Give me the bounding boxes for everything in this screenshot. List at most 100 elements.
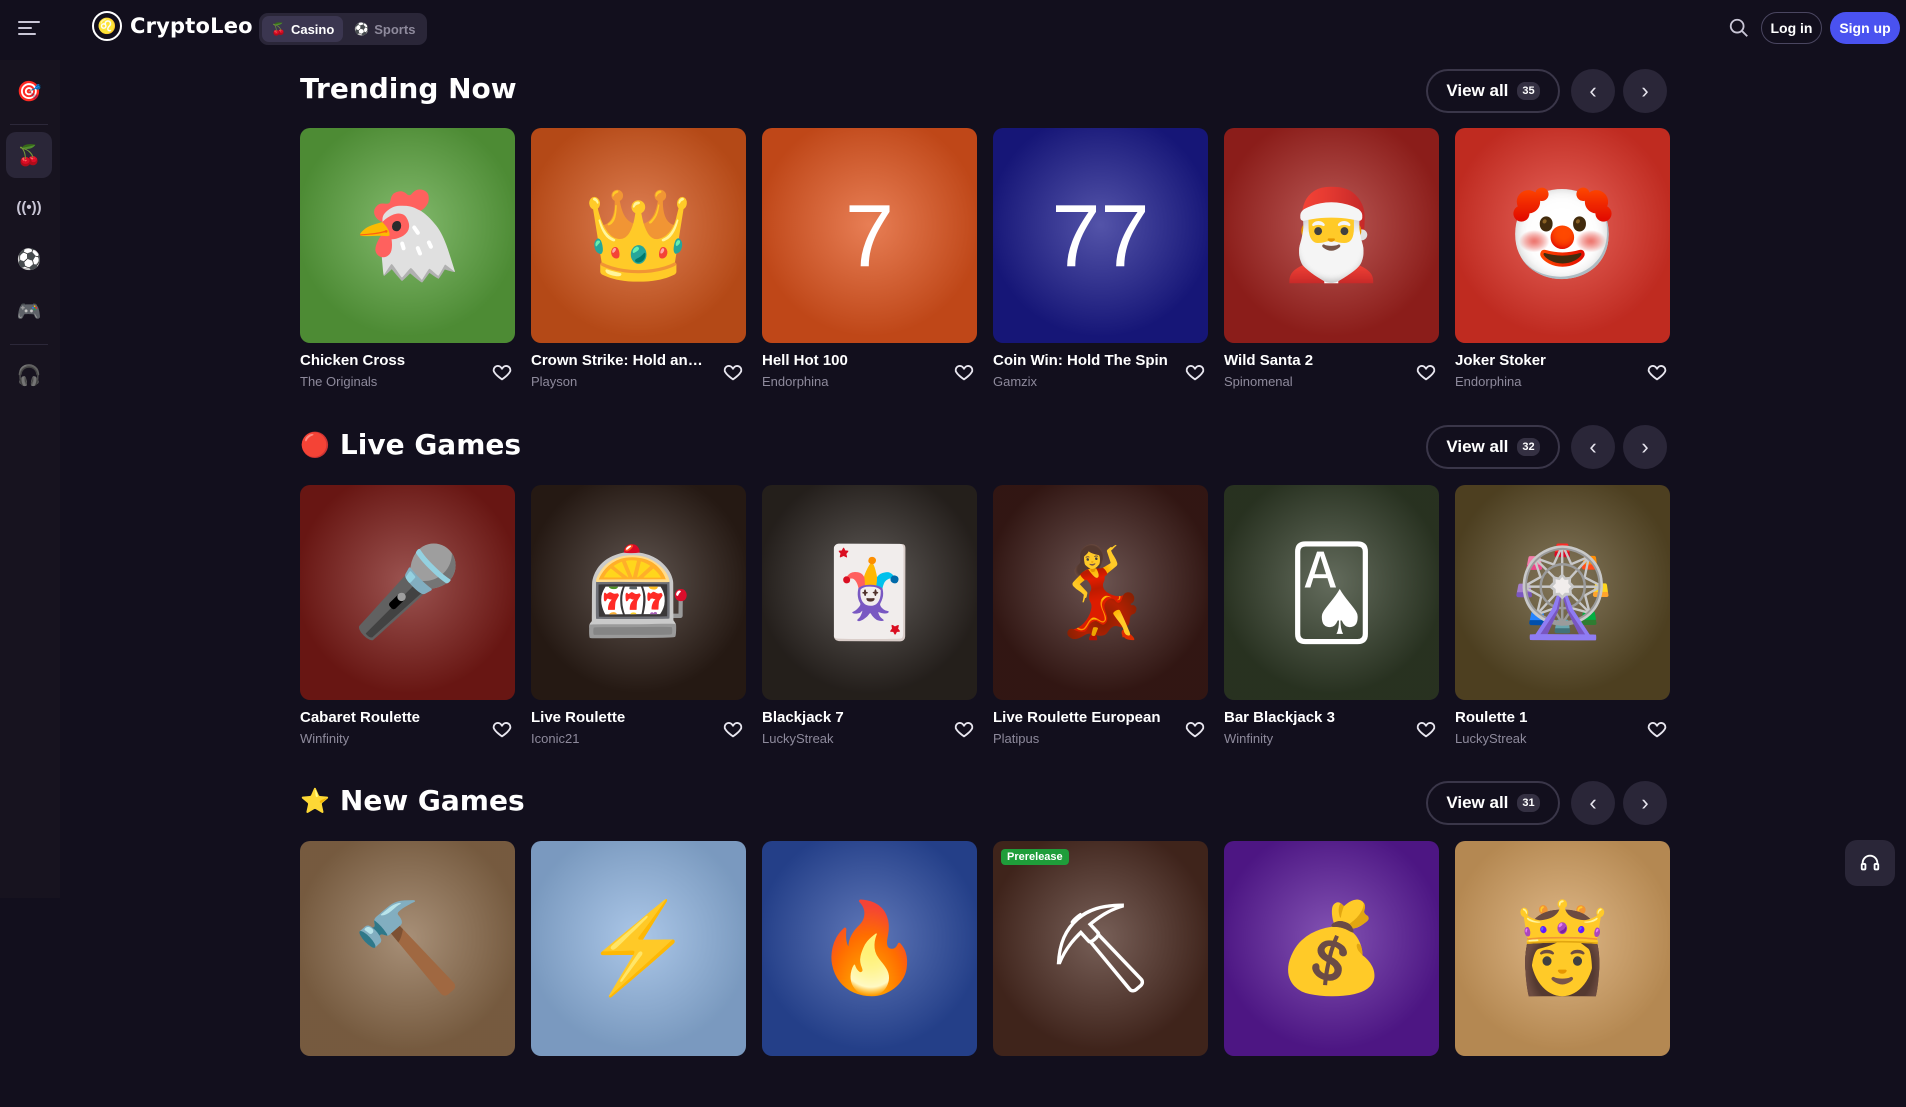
game-thumbnail[interactable]: ⛏ Prerelease — [993, 841, 1208, 1056]
favorite-heart-icon[interactable] — [953, 361, 975, 383]
game-title[interactable]: Roulette 1 — [1455, 709, 1635, 726]
game-thumbnail[interactable]: 🔨 — [300, 841, 515, 1056]
search-icon[interactable] — [1728, 17, 1750, 39]
sidebar-item-games[interactable]: 🎮 — [6, 288, 52, 334]
game-thumbnail[interactable]: 7 — [762, 128, 977, 343]
game-card[interactable]: 🐔 Chicken Cross The Originals — [300, 128, 515, 394]
game-card[interactable]: 👸 — [1455, 841, 1670, 1107]
game-thumbnail[interactable]: 77 — [993, 128, 1208, 343]
game-card[interactable]: 💃 Live Roulette European Platipus — [993, 485, 1208, 751]
game-card[interactable]: 👑 Crown Strike: Hold and Win Playson — [531, 128, 746, 394]
tab-casino[interactable]: 🍒 Casino — [262, 16, 344, 42]
game-title[interactable]: Live Roulette — [531, 709, 711, 726]
favorite-heart-icon[interactable] — [491, 718, 513, 740]
game-thumbnail[interactable]: 🃏 — [762, 485, 977, 700]
favorite-heart-icon[interactable] — [1646, 361, 1668, 383]
game-thumbnail[interactable]: 🤡 — [1455, 128, 1670, 343]
game-title[interactable]: Hell Hot 100 — [762, 352, 942, 369]
brand-logo[interactable]: ♌ CryptoLeo — [92, 11, 253, 41]
signup-button[interactable]: Sign up — [1830, 12, 1900, 44]
game-title[interactable]: Blackjack 7 — [762, 709, 942, 726]
favorite-heart-icon[interactable] — [491, 361, 513, 383]
favorite-heart-icon[interactable] — [1415, 361, 1437, 383]
prev-arrow-icon[interactable]: ‹ — [1571, 781, 1615, 825]
favorite-heart-icon[interactable] — [1184, 718, 1206, 740]
game-provider: Spinomenal — [1224, 374, 1293, 389]
dart-target-icon[interactable]: 🎯 — [6, 68, 52, 114]
sidebar-item-casino[interactable]: 🍒 — [6, 132, 52, 178]
game-card[interactable]: ⚡ — [531, 841, 746, 1107]
prev-arrow-icon[interactable]: ‹ — [1571, 425, 1615, 469]
cherry-icon: 🍒 — [16, 144, 42, 167]
game-card[interactable]: 🤡 Joker Stoker Endorphina — [1455, 128, 1670, 394]
view-all-button[interactable]: View all 31 — [1426, 781, 1560, 825]
view-all-label: View all — [1446, 437, 1509, 456]
lion-logo-icon: ♌ — [92, 11, 122, 41]
game-thumbnail[interactable]: 👸 — [1455, 841, 1670, 1056]
game-title[interactable]: Crown Strike: Hold and Win — [531, 352, 711, 369]
game-thumbnail[interactable]: 👑 — [531, 128, 746, 343]
next-arrow-icon[interactable]: › — [1623, 781, 1667, 825]
game-card[interactable]: 🂡 Bar Blackjack 3 Winfinity — [1224, 485, 1439, 751]
favorite-heart-icon[interactable] — [722, 718, 744, 740]
game-card[interactable]: 77 Coin Win: Hold The Spin Gamzix — [993, 128, 1208, 394]
favorite-heart-icon[interactable] — [1646, 718, 1668, 740]
game-art: 🤡 — [1507, 185, 1618, 284]
sidebar-item-support[interactable]: 🎧 — [6, 352, 52, 398]
favorite-heart-icon[interactable] — [953, 718, 975, 740]
game-thumbnail[interactable]: 🎰 — [531, 485, 746, 700]
game-provider: Winfinity — [1224, 731, 1274, 746]
game-title[interactable]: Joker Stoker — [1455, 352, 1635, 369]
login-button[interactable]: Log in — [1761, 12, 1822, 44]
game-thumbnail[interactable]: 🎡 — [1455, 485, 1670, 700]
game-card[interactable]: 🎰 Live Roulette Iconic21 — [531, 485, 746, 751]
game-thumbnail[interactable]: 🎤 — [300, 485, 515, 700]
game-card[interactable]: 💰 — [1224, 841, 1439, 1107]
game-thumbnail[interactable]: 🂡 — [1224, 485, 1439, 700]
hamburger-menu-icon[interactable] — [18, 18, 40, 38]
game-thumbnail[interactable]: 🔥 — [762, 841, 977, 1056]
game-card[interactable]: 🔨 — [300, 841, 515, 1107]
view-all-button[interactable]: View all 35 — [1426, 69, 1560, 113]
game-art: 77 — [1051, 185, 1150, 285]
game-title[interactable]: Cabaret Roulette — [300, 709, 480, 726]
game-card[interactable]: 🎤 Cabaret Roulette Winfinity — [300, 485, 515, 751]
game-thumbnail[interactable]: 🎅 — [1224, 128, 1439, 343]
game-provider: Endorphina — [1455, 374, 1522, 389]
gamepad-icon: 🎮 — [16, 300, 42, 323]
game-title[interactable]: Coin Win: Hold The Spin — [993, 352, 1173, 369]
game-card[interactable]: 🃏 Blackjack 7 LuckyStreak — [762, 485, 977, 751]
game-thumbnail[interactable]: 💰 — [1224, 841, 1439, 1056]
soccer-ball-icon: ⚽ — [354, 22, 370, 36]
next-arrow-icon[interactable]: › — [1623, 69, 1667, 113]
favorite-heart-icon[interactable] — [1184, 361, 1206, 383]
game-card[interactable]: 7 Hell Hot 100 Endorphina — [762, 128, 977, 394]
game-card[interactable]: ⛏ Prerelease — [993, 841, 1208, 1107]
game-card[interactable]: 🎡 Roulette 1 LuckyStreak — [1455, 485, 1670, 751]
game-title[interactable]: Bar Blackjack 3 — [1224, 709, 1404, 726]
game-provider: The Originals — [300, 374, 378, 389]
sidebar-item-sports[interactable]: ⚽ — [6, 236, 52, 282]
live-dot-icon: 🔴 — [300, 430, 330, 459]
game-thumbnail[interactable]: ⚡ — [531, 841, 746, 1056]
game-card[interactable]: 🔥 — [762, 841, 977, 1107]
game-art: ⛏ — [1044, 898, 1157, 997]
next-arrow-icon[interactable]: › — [1623, 425, 1667, 469]
game-title[interactable]: Live Roulette European — [993, 709, 1173, 726]
game-title[interactable]: Wild Santa 2 — [1224, 352, 1404, 369]
game-card[interactable]: 🎅 Wild Santa 2 Spinomenal — [1224, 128, 1439, 394]
support-chat-button[interactable] — [1845, 840, 1895, 886]
favorite-heart-icon[interactable] — [722, 361, 744, 383]
sidebar-item-live[interactable]: ((•)) — [6, 184, 52, 230]
cherry-icon: 🍒 — [271, 22, 286, 36]
game-thumbnail[interactable]: 💃 — [993, 485, 1208, 700]
section-title-text: Trending Now — [300, 72, 517, 105]
favorite-heart-icon[interactable] — [1415, 718, 1437, 740]
tab-sports[interactable]: ⚽ Sports — [345, 16, 424, 42]
game-thumbnail[interactable]: 🐔 — [300, 128, 515, 343]
game-title[interactable]: Chicken Cross — [300, 352, 480, 369]
view-all-button[interactable]: View all 32 — [1426, 425, 1560, 469]
view-all-label: View all — [1446, 793, 1509, 812]
prev-arrow-icon[interactable]: ‹ — [1571, 69, 1615, 113]
section-title-text: Live Games — [339, 428, 522, 461]
